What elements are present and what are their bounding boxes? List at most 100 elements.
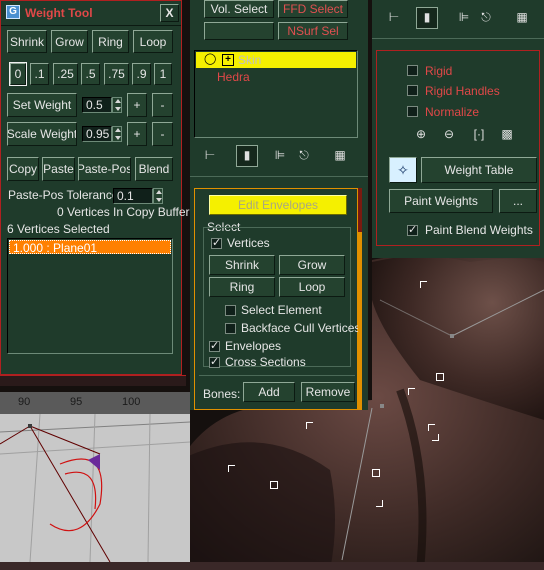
vertex-handle[interactable] [306,422,313,429]
grow-button[interactable]: Grow [279,255,345,275]
rigid-label[interactable]: Rigid [425,64,452,78]
status-strip [0,562,544,570]
divider [372,38,544,39]
bone-weight-list[interactable]: 1.000 : Plane01 [7,238,173,354]
scale-weight-minus-button[interactable]: - [152,122,173,146]
make-unique-icon[interactable]: ⎋ [476,8,496,28]
tolerance-input[interactable]: 0.1 [113,188,153,204]
preset-weight-0.75[interactable]: .75 [104,63,129,85]
set-weight-input[interactable]: 0.5 [82,97,112,113]
paint-options-button[interactable]: ... [499,189,537,213]
configure-sets-icon[interactable]: ▦ [330,146,350,166]
normalize-checkbox[interactable] [407,106,418,117]
vertex-handle[interactable] [428,424,435,431]
selected-vertices-status: 6 Vertices Selected [7,222,110,236]
weight-tool-icon-button[interactable]: ✧ [389,157,417,183]
copy-button[interactable]: Copy [7,157,39,181]
rigid-handles-label[interactable]: Rigid Handles [425,84,500,98]
include-verts-icon[interactable]: ⊖ [439,125,459,145]
set-weight-minus-button[interactable]: - [152,93,173,117]
scale-weight-button[interactable]: Scale Weight [7,122,77,146]
stack-item-hedra[interactable]: Hedra [217,70,250,84]
envelopes-label[interactable]: Envelopes [225,339,281,353]
envelopes-checkbox[interactable] [209,341,220,352]
vertices-checkbox[interactable] [211,238,222,249]
ring-button[interactable]: Ring [209,277,275,297]
set-weight-spinner[interactable] [112,97,122,113]
bake-weights-icon[interactable]: ▩ [497,125,517,145]
backface-cull-checkbox[interactable] [225,323,236,334]
tolerance-spinner[interactable] [153,188,163,204]
ruler: 90 95 100 [0,392,190,415]
blend-button[interactable]: Blend [135,157,173,181]
paint-weights-button[interactable]: Paint Weights [389,189,493,213]
close-button[interactable]: X [160,4,179,22]
preset-weight-0.9[interactable]: .9 [132,63,151,85]
modifier-active-icon[interactable]: ▮ [236,145,258,167]
grow-button[interactable]: Grow [51,30,88,53]
app-logo-icon: G [6,5,20,19]
blank-button[interactable] [204,22,274,40]
expand-icon[interactable]: + [222,54,234,66]
cross-sections-checkbox[interactable] [209,357,220,368]
vertex-handle[interactable] [376,500,383,507]
vertex-handle[interactable] [432,434,439,441]
paint-blend-weights-checkbox[interactable] [407,225,418,236]
paste-button[interactable]: Paste [42,157,75,181]
paint-blend-weights-label[interactable]: Paint Blend Weights [425,223,533,237]
pin-icon[interactable]: ⊢ [384,8,404,28]
exclude-verts-icon[interactable]: ⊕ [411,125,431,145]
rigid-checkbox[interactable] [407,65,418,76]
loop-button[interactable]: Loop [133,30,173,53]
cross-sections-label[interactable]: Cross Sections [225,355,306,369]
set-weight-plus-button[interactable]: + [127,93,147,117]
configure-sets-icon[interactable]: ▦ [512,8,532,28]
scale-weight-input[interactable]: 0.95 [82,126,112,142]
scrollbar-thumb[interactable] [358,188,362,232]
select-element-checkbox[interactable] [225,305,236,316]
vertex-handle[interactable] [372,469,380,477]
shrink-button[interactable]: Shrink [209,255,275,275]
show-end-result-icon[interactable]: ⊫ [270,146,290,166]
set-weight-button[interactable]: Set Weight [7,93,77,117]
preset-weight-1[interactable]: 1 [154,63,172,85]
rigid-handles-checkbox[interactable] [407,85,418,96]
preset-weight-0.5[interactable]: .5 [81,63,100,85]
vertex-handle[interactable] [436,373,444,381]
ring-button[interactable]: Ring [92,30,129,53]
scale-weight-spinner[interactable] [112,126,122,142]
vol-select-button[interactable]: Vol. Select [204,0,274,18]
title-bar[interactable]: G Weight Tool X [1,1,181,26]
stack-item-skin[interactable]: ◯ + Skin [196,52,356,68]
preset-weight-0.1[interactable]: .1 [30,63,49,85]
weight-table-button[interactable]: Weight Table [421,157,537,183]
normalize-label[interactable]: Normalize [425,105,479,119]
select-excluded-icon[interactable]: [·] [467,125,491,145]
modifier-stack[interactable]: ◯ + Skin Hedra [194,50,358,138]
loop-button[interactable]: Loop [279,277,345,297]
vertex-handle[interactable] [270,481,278,489]
show-end-result-icon[interactable]: ⊫ [454,8,474,28]
scale-weight-plus-button[interactable]: + [127,122,147,146]
paste-pos-button[interactable]: Paste-Pos [78,157,131,181]
vertex-handle[interactable] [408,388,415,395]
add-bone-button[interactable]: Add [243,382,295,402]
modifier-active-icon[interactable]: ▮ [416,7,438,29]
lightbulb-icon[interactable]: ◯ [204,53,216,65]
vertex-handle[interactable] [420,281,427,288]
select-element-label[interactable]: Select Element [241,303,322,317]
shrink-button[interactable]: Shrink [7,30,47,53]
list-item[interactable]: 1.000 : Plane01 [9,240,171,255]
vertex-handle[interactable] [228,465,235,472]
nsurf-sel-button[interactable]: NSurf Sel [278,22,348,40]
edit-envelopes-button[interactable]: Edit Envelopes [209,195,347,215]
preset-weight-0[interactable]: 0 [9,62,27,86]
make-unique-icon[interactable]: ⎋ [294,146,314,166]
backface-cull-label[interactable]: Backface Cull Vertices [241,321,360,335]
pin-icon[interactable]: ⊢ [200,146,220,166]
preset-weight-0.25[interactable]: .25 [53,63,78,85]
remove-bone-button[interactable]: Remove [301,382,355,402]
vertices-label[interactable]: Vertices [227,236,270,250]
ffd-select-button[interactable]: FFD Select [278,0,348,18]
left-viewport[interactable]: 90 95 100 [0,392,190,562]
